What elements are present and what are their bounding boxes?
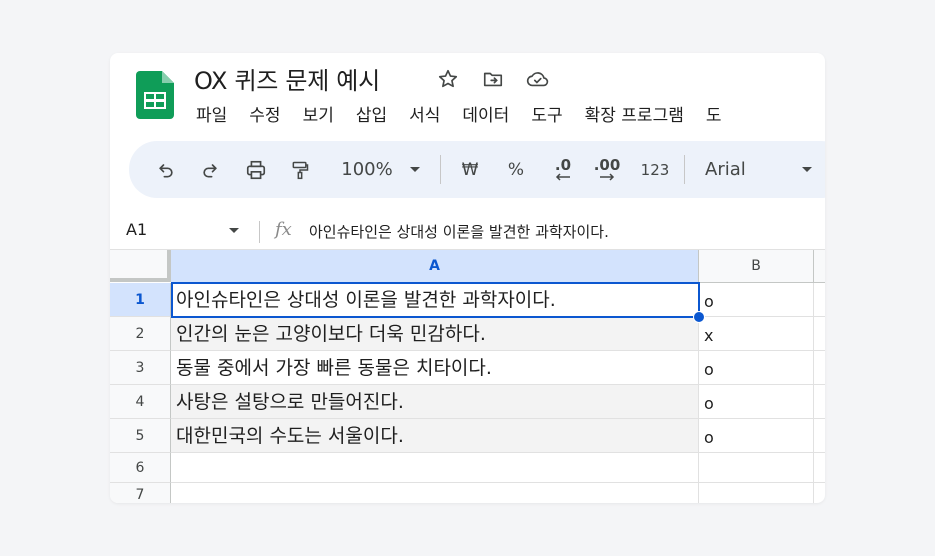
cell-a2[interactable]: 인간의 눈은 고양이보다 더욱 민감하다. [171,317,699,351]
toolbar-divider [684,155,685,184]
spreadsheet-window: OX 퀴즈 문제 예시 파일 수정 보기 삽입 서식 데이터 도구 확장 프로그램 도 100%… [110,53,825,503]
currency-format-button[interactable]: ₩ [455,141,485,198]
name-box[interactable]: A1 [126,220,147,239]
row-header-3[interactable]: 3 [110,351,171,385]
cell-c4[interactable] [814,385,825,419]
column-header-c[interactable] [814,250,825,283]
formula-input[interactable]: 아인슈타인은 상대성 이론을 발견한 과학자이다. [309,221,609,242]
cell-b5[interactable]: o [699,419,814,453]
menu-view[interactable]: 보기 [303,101,334,126]
menu-data[interactable]: 데이터 [462,101,509,126]
menu-edit[interactable]: 수정 [249,101,280,126]
font-family-select[interactable]: Arial [705,141,785,198]
cell-c6[interactable] [814,453,825,483]
increase-decimal-button[interactable]: .00 [587,141,627,198]
name-box-dropdown-icon[interactable] [228,227,240,235]
cell-b2[interactable]: x [699,317,814,351]
toolbar: 100% ₩ % .0 .00 123 Arial [129,141,825,198]
menu-tools[interactable]: 도구 [531,101,562,126]
move-to-folder-icon[interactable] [481,67,505,91]
menu-bar: 파일 수정 보기 삽입 서식 데이터 도구 확장 프로그램 도 [196,101,744,127]
cell-b7[interactable] [699,483,814,503]
cell-b1[interactable]: o [699,283,814,317]
cell-a3[interactable]: 동물 중에서 가장 빠른 동물은 치타이다. [171,351,699,385]
cell-a7[interactable] [171,483,699,503]
cloud-saved-icon[interactable] [526,67,550,91]
cell-b4[interactable]: o [699,385,814,419]
print-icon[interactable] [241,141,271,198]
column-header-a[interactable]: A [171,250,699,283]
menu-extensions[interactable]: 확장 프로그램 [585,101,684,126]
menu-help[interactable]: 도 [706,101,722,126]
cell-b6[interactable] [699,453,814,483]
row-header-7[interactable]: 7 [110,483,171,503]
arrow-right-icon [600,173,615,181]
fill-handle[interactable] [693,311,705,323]
undo-icon[interactable] [151,141,181,198]
cell-a5[interactable]: 대한민국의 수도는 서울이다. [171,419,699,453]
redo-icon[interactable] [195,141,225,198]
zoom-select[interactable]: 100% [335,141,399,198]
row-header-4[interactable]: 4 [110,385,171,419]
row-header-5[interactable]: 5 [110,419,171,453]
zoom-dropdown-icon[interactable] [405,141,425,198]
formula-divider [259,221,260,243]
toolbar-divider [440,155,441,184]
cell-c5[interactable] [814,419,825,453]
cell-a1[interactable]: 아인슈타인은 상대성 이론을 발견한 과학자이다. [171,283,699,317]
sheet-grid: A B 1 아인슈타인은 상대성 이론을 발견한 과학자이다. o 2 인간의 … [110,249,825,503]
menu-format[interactable]: 서식 [409,101,440,126]
google-sheets-logo-icon[interactable] [136,71,174,119]
percent-format-button[interactable]: % [501,141,531,198]
select-all-corner[interactable] [110,250,171,282]
more-formats-button[interactable]: 123 [637,141,673,198]
fx-icon: fx [275,219,292,240]
cell-c1[interactable] [814,283,825,317]
document-title[interactable]: OX 퀴즈 문제 예시 [194,61,380,96]
paint-format-icon[interactable] [285,141,315,198]
menu-insert[interactable]: 삽입 [356,101,387,126]
decrease-decimal-label: .0 [554,156,572,174]
cell-b3[interactable]: o [699,351,814,385]
menu-file[interactable]: 파일 [196,101,227,126]
row-header-1[interactable]: 1 [110,283,171,317]
cell-a6[interactable] [171,453,699,483]
increase-decimal-label: .00 [593,156,621,174]
cell-a4[interactable]: 사탕은 설탕으로 만들어진다. [171,385,699,419]
cell-c3[interactable] [814,351,825,385]
arrow-left-icon [555,173,570,181]
row-header-2[interactable]: 2 [110,317,171,351]
decrease-decimal-button[interactable]: .0 [545,141,581,198]
font-dropdown-icon[interactable] [797,141,817,198]
column-header-b[interactable]: B [699,250,814,283]
cell-c2[interactable] [814,317,825,351]
star-icon[interactable] [436,67,460,91]
row-header-6[interactable]: 6 [110,453,171,483]
cell-c7[interactable] [814,483,825,503]
formula-bar: A1 fx 아인슈타인은 상대성 이론을 발견한 과학자이다. [110,213,825,249]
